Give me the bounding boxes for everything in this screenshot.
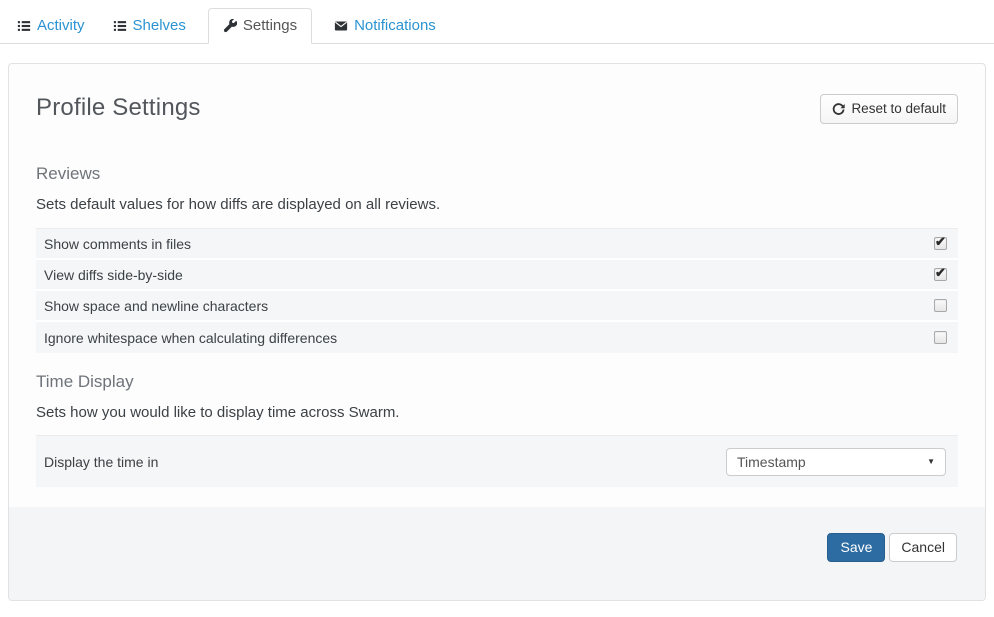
- setting-label: View diffs side-by-side: [44, 267, 183, 283]
- tab-shelves-label: Shelves: [133, 18, 186, 34]
- setting-row-ignore-whitespace: Ignore whitespace when calculating diffe…: [36, 322, 958, 353]
- tab-notifications-label: Notifications: [354, 18, 436, 34]
- checkmark-icon: ✔: [935, 265, 946, 281]
- form-actions-footer: Save Cancel: [9, 507, 985, 600]
- show-comments-checkbox[interactable]: ✔: [934, 237, 947, 250]
- section-heading-time-display: Time Display: [36, 372, 958, 392]
- setting-row-display-time: Display the time in Timestamp ▼: [36, 436, 958, 487]
- reset-to-default-label: Reset to default: [851, 100, 946, 118]
- time-format-select[interactable]: Timestamp ▼: [726, 448, 946, 476]
- cancel-button[interactable]: Cancel: [889, 533, 957, 562]
- setting-row-side-by-side: View diffs side-by-side ✔: [36, 260, 958, 291]
- checkmark-icon: ✔: [935, 234, 946, 250]
- tab-shelves[interactable]: Shelves: [99, 9, 200, 43]
- tab-activity-label: Activity: [37, 18, 85, 34]
- tab-settings-label: Settings: [243, 18, 297, 34]
- section-description-time-display: Sets how you would like to display time …: [36, 404, 958, 421]
- setting-label: Display the time in: [44, 454, 158, 470]
- side-by-side-checkbox[interactable]: ✔: [934, 268, 947, 281]
- list-icon: [17, 19, 31, 33]
- profile-settings-panel: Profile Settings Reset to default Review…: [8, 63, 986, 601]
- time-display-settings-list: Display the time in Timestamp ▼: [36, 435, 958, 487]
- time-format-selected-value: Timestamp: [737, 454, 806, 470]
- wrench-icon: [223, 19, 237, 33]
- chevron-down-icon: ▼: [927, 457, 935, 466]
- tab-settings[interactable]: Settings: [208, 8, 312, 44]
- setting-label: Show space and newline characters: [44, 298, 268, 314]
- section-heading-reviews: Reviews: [36, 164, 958, 184]
- envelope-icon: [334, 19, 348, 33]
- list-icon: [113, 19, 127, 33]
- reset-to-default-button[interactable]: Reset to default: [820, 94, 958, 124]
- setting-label: Ignore whitespace when calculating diffe…: [44, 330, 337, 346]
- setting-label: Show comments in files: [44, 236, 191, 252]
- setting-row-whitespace-chars: Show space and newline characters ✔: [36, 291, 958, 322]
- tab-bar: Activity Shelves Settings Notifications: [0, 0, 994, 44]
- ignore-whitespace-checkbox[interactable]: ✔: [934, 331, 947, 344]
- whitespace-chars-checkbox[interactable]: ✔: [934, 299, 947, 312]
- tab-notifications[interactable]: Notifications: [320, 9, 450, 43]
- section-description-reviews: Sets default values for how diffs are di…: [36, 196, 958, 213]
- tab-activity[interactable]: Activity: [3, 9, 99, 43]
- refresh-icon: [832, 103, 845, 116]
- setting-row-show-comments: Show comments in files ✔: [36, 229, 958, 260]
- reviews-settings-list: Show comments in files ✔ View diffs side…: [36, 228, 958, 353]
- page-title: Profile Settings: [36, 94, 201, 122]
- save-button[interactable]: Save: [827, 533, 885, 562]
